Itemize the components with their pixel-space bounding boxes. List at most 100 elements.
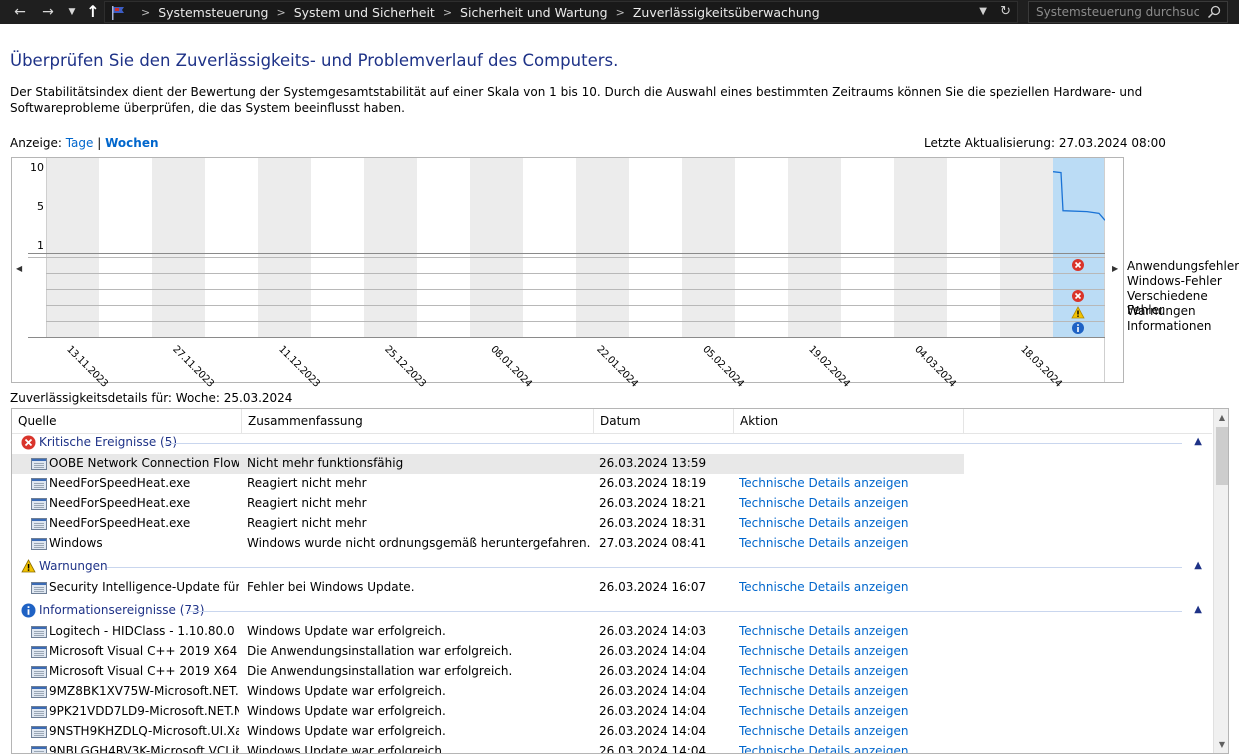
refresh-icon[interactable]: ↻ bbox=[1000, 2, 1011, 22]
search-icon[interactable] bbox=[1207, 5, 1221, 19]
view-days-link[interactable]: Tage bbox=[66, 136, 94, 150]
address-dropdown-icon[interactable]: ▼ bbox=[979, 2, 987, 22]
group-title: Informationsereignisse (73) bbox=[39, 603, 205, 617]
technical-details-link[interactable]: Technische Details anzeigen bbox=[739, 724, 908, 738]
chart-week-column[interactable] bbox=[417, 158, 470, 337]
table-row[interactable]: OOBE Network Connection Flow Nicht mehr … bbox=[12, 454, 964, 474]
event-source-icon bbox=[31, 626, 47, 638]
chart-week-column[interactable] bbox=[947, 158, 1000, 337]
technical-details-link[interactable]: Technische Details anzeigen bbox=[739, 664, 908, 678]
technical-details-link[interactable]: Technische Details anzeigen bbox=[739, 536, 908, 550]
chart-week-column[interactable] bbox=[735, 158, 788, 337]
scroll-down-icon[interactable]: ▼ bbox=[1214, 736, 1228, 753]
chart-week-column[interactable] bbox=[788, 158, 841, 337]
breadcrumb-item-system-und-sicherheit[interactable]: System und Sicherheit bbox=[294, 5, 435, 20]
cell-summary: Nicht mehr funktionsfähig bbox=[247, 456, 404, 470]
cell-summary: Windows Update war erfolgreich. bbox=[247, 744, 446, 754]
info-icon bbox=[21, 603, 36, 618]
technical-details-link[interactable]: Technische Details anzeigen bbox=[739, 624, 908, 638]
technical-details-link[interactable]: Technische Details anzeigen bbox=[739, 580, 908, 594]
table-row[interactable]: 9NBLGGH4RV3K-Microsoft.VCLibs... Windows… bbox=[12, 742, 1212, 754]
chart-gridline bbox=[46, 158, 47, 337]
group-information-events[interactable]: Informationsereignisse (73) ▲ bbox=[12, 601, 1212, 621]
breadcrumb-separator-icon[interactable]: > bbox=[616, 6, 625, 19]
cell-date: 26.03.2024 13:59 bbox=[599, 456, 707, 470]
column-header-source[interactable]: Quelle bbox=[12, 409, 242, 434]
group-critical-events[interactable]: Kritische Ereignisse (5) ▲ bbox=[12, 433, 1212, 453]
technical-details-link[interactable]: Technische Details anzeigen bbox=[739, 684, 908, 698]
breadcrumb-item-systemsteuerung[interactable]: Systemsteuerung bbox=[158, 5, 268, 20]
view-weeks-link[interactable]: Wochen bbox=[105, 136, 158, 150]
group-title: Kritische Ereignisse (5) bbox=[39, 435, 178, 449]
collapse-chevron-icon[interactable]: ▲ bbox=[1194, 560, 1202, 571]
table-row[interactable]: Security Intelligence-Update für M... Fe… bbox=[12, 578, 1212, 598]
reliability-details-table: Quelle Zusammenfassung Datum Aktion ⌃ Kr… bbox=[11, 408, 1229, 754]
table-row[interactable]: NeedForSpeedHeat.exe Reagiert nicht mehr… bbox=[12, 474, 1212, 494]
x-tick-label: 11.12.2023 bbox=[276, 344, 322, 390]
search-input[interactable] bbox=[1029, 2, 1199, 22]
chart-scroll-left-icon[interactable]: ◀ bbox=[16, 264, 22, 273]
back-arrow-icon[interactable]: ← bbox=[10, 2, 30, 22]
breadcrumb-separator-icon[interactable]: > bbox=[443, 6, 452, 19]
table-row[interactable]: 9PK21VDD7LD9-Microsoft.NET.Na... Windows… bbox=[12, 702, 1212, 722]
column-header-summary[interactable]: Zusammenfassung bbox=[242, 409, 594, 434]
cell-source: NeedForSpeedHeat.exe bbox=[49, 496, 191, 510]
chart-week-column[interactable] bbox=[1000, 158, 1053, 337]
warning-marker-icon[interactable] bbox=[1071, 306, 1085, 319]
application-error-marker-icon[interactable] bbox=[1071, 258, 1085, 272]
collapse-chevron-icon[interactable]: ▲ bbox=[1194, 436, 1202, 447]
chart-week-column[interactable] bbox=[46, 158, 99, 337]
scrollbar-thumb[interactable] bbox=[1216, 427, 1228, 485]
table-row[interactable]: Microsoft Visual C++ 2019 X64 Ad... Die … bbox=[12, 662, 1212, 682]
scroll-up-icon[interactable]: ▲ bbox=[1214, 409, 1228, 426]
chart-week-column[interactable] bbox=[523, 158, 576, 337]
breadcrumb-separator-icon[interactable]: > bbox=[276, 6, 285, 19]
information-marker-icon[interactable] bbox=[1071, 321, 1085, 335]
technical-details-link[interactable]: Technische Details anzeigen bbox=[739, 704, 908, 718]
chart-week-column[interactable] bbox=[894, 158, 947, 337]
table-row[interactable]: 9MZ8BK1XV75W-Microsoft.NET.N... Windows … bbox=[12, 682, 1212, 702]
chart-week-column[interactable] bbox=[841, 158, 894, 337]
group-warnings[interactable]: Warnungen ▲ bbox=[12, 557, 1212, 577]
cell-source: Microsoft Visual C++ 2019 X64 Mi... bbox=[49, 644, 239, 658]
breadcrumb-item-zuverlaessigkeitsueberwachung[interactable]: Zuverlässigkeitsüberwachung bbox=[633, 5, 820, 20]
view-separator: | bbox=[97, 136, 102, 150]
chart-week-column[interactable] bbox=[99, 158, 152, 337]
chart-week-column[interactable] bbox=[311, 158, 364, 337]
chart-week-column[interactable] bbox=[364, 158, 417, 337]
forward-arrow-icon[interactable]: → bbox=[38, 2, 58, 22]
breadcrumb-item-sicherheit-und-wartung[interactable]: Sicherheit und Wartung bbox=[460, 5, 608, 20]
chart-week-column[interactable] bbox=[205, 158, 258, 337]
table-row[interactable]: NeedForSpeedHeat.exe Reagiert nicht mehr… bbox=[12, 514, 1212, 534]
technical-details-link[interactable]: Technische Details anzeigen bbox=[739, 496, 908, 510]
page-title: Überprüfen Sie den Zuverlässigkeits- und… bbox=[10, 51, 619, 70]
technical-details-link[interactable]: Technische Details anzeigen bbox=[739, 516, 908, 530]
chart-week-column[interactable] bbox=[576, 158, 629, 337]
chart-week-column[interactable] bbox=[682, 158, 735, 337]
table-row[interactable]: Microsoft Visual C++ 2019 X64 Mi... Die … bbox=[12, 642, 1212, 662]
recent-locations-chevron-icon[interactable]: ▼ bbox=[62, 2, 82, 22]
table-row[interactable]: Windows Windows wurde nicht ordnungsgemä… bbox=[12, 534, 1212, 554]
event-source-icon bbox=[31, 666, 47, 678]
table-row[interactable]: Logitech - HIDClass - 1.10.80.0 Windows … bbox=[12, 622, 1212, 642]
vertical-scrollbar[interactable]: ▲ ▼ bbox=[1213, 409, 1228, 753]
chart-week-column[interactable] bbox=[152, 158, 205, 337]
technical-details-link[interactable]: Technische Details anzeigen bbox=[739, 476, 908, 490]
column-header-action[interactable]: Aktion bbox=[734, 409, 964, 434]
technical-details-link[interactable]: Technische Details anzeigen bbox=[739, 744, 908, 753]
technical-details-link[interactable]: Technische Details anzeigen bbox=[739, 644, 908, 658]
table-row[interactable]: NeedForSpeedHeat.exe Reagiert nicht mehr… bbox=[12, 494, 1212, 514]
collapse-chevron-icon[interactable]: ▲ bbox=[1194, 604, 1202, 615]
table-row[interactable]: 9NSTH9KHZDLQ-Microsoft.UI.Xa... Windows … bbox=[12, 722, 1212, 742]
misc-error-marker-icon[interactable] bbox=[1071, 289, 1085, 303]
cell-date: 26.03.2024 14:03 bbox=[599, 624, 707, 638]
address-field[interactable]: > Systemsteuerung > System und Sicherhei… bbox=[104, 1, 1018, 23]
search-box[interactable] bbox=[1028, 1, 1228, 23]
chart-week-column[interactable] bbox=[470, 158, 523, 337]
up-arrow-icon[interactable]: ↑ bbox=[83, 2, 103, 22]
chart-scroll-right-icon[interactable]: ▶ bbox=[1112, 264, 1118, 273]
stability-chart[interactable]: 10 5 1 ◀ ▶ 13.11.2023 27.11.2023 11.12.2… bbox=[11, 157, 1124, 389]
cell-summary: Windows Update war erfolgreich. bbox=[247, 724, 446, 738]
chart-week-column[interactable] bbox=[258, 158, 311, 337]
chart-week-column[interactable] bbox=[629, 158, 682, 337]
